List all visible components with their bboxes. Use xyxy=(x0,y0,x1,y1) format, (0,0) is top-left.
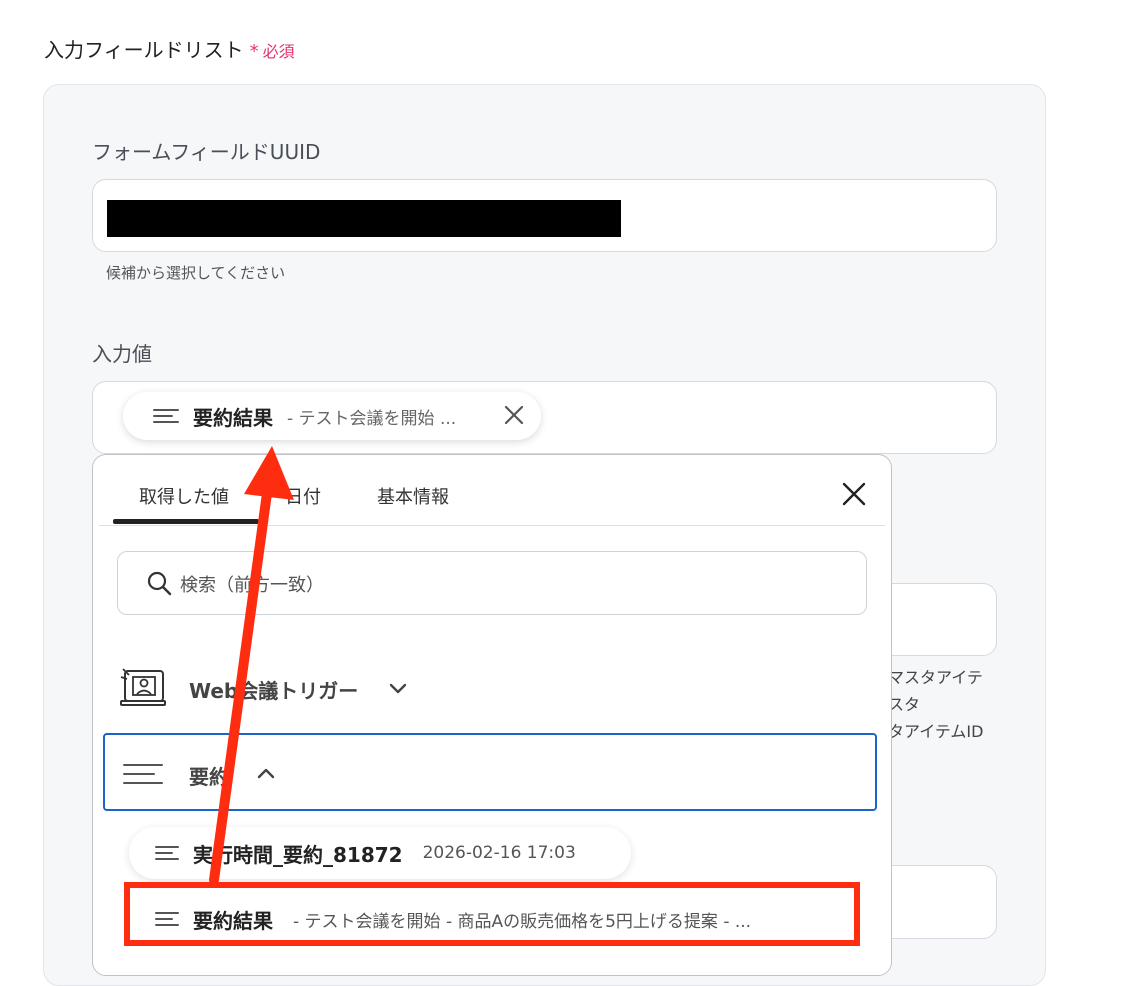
side-text-2: スタ xyxy=(888,695,921,714)
side-text-3: タアイテムID xyxy=(888,722,984,741)
form-uuid-hint: 候補から選択してください xyxy=(106,264,286,282)
chip-title: 要約結果 xyxy=(193,405,273,430)
item-subtitle: 2026-02-16 17:03 xyxy=(422,843,576,863)
web-meeting-icon xyxy=(120,668,166,706)
section-title-text: 入力フィールドリスト xyxy=(44,38,244,62)
text-lines-icon xyxy=(123,757,163,791)
active-tab-indicator xyxy=(113,519,259,524)
close-icon[interactable] xyxy=(841,481,867,507)
group-label: Web会議トリガー xyxy=(189,679,359,703)
list-item[interactable]: 実行時間_要約_81872 2026-02-16 17:03 xyxy=(129,827,631,879)
tab-acquired-values[interactable]: 取得した値 xyxy=(139,483,229,509)
chevron-down-icon xyxy=(389,683,407,694)
search-icon xyxy=(147,571,172,596)
side-text-1: マスタアイテ xyxy=(888,668,983,687)
redacted-value xyxy=(107,200,621,237)
input-value-chip[interactable]: 要約結果 - テスト会議を開始 ... xyxy=(123,392,541,440)
tab-date[interactable]: 日付 xyxy=(285,483,321,509)
chip-close-icon[interactable] xyxy=(501,402,527,428)
text-lines-icon xyxy=(155,842,179,864)
search-input[interactable]: 検索（前方一致） xyxy=(117,551,867,615)
group-web-meeting-trigger[interactable]: Web会議トリガー xyxy=(119,665,859,709)
tab-basic-info[interactable]: 基本情報 xyxy=(377,483,449,509)
input-value-label: 入力値 xyxy=(92,342,152,366)
item-title: 実行時間_要約_81872 xyxy=(193,842,403,867)
chevron-up-icon xyxy=(257,768,275,779)
chip-subtitle: - テスト会議を開始 ... xyxy=(287,408,457,429)
annotation-highlight-box xyxy=(124,882,860,946)
group-label: 要約 xyxy=(189,765,229,789)
required-mark: * xyxy=(249,41,259,62)
section-title: 入力フィールドリスト * 必須 xyxy=(44,34,295,63)
search-placeholder: 検索（前方一致） xyxy=(180,575,324,596)
text-lines-icon xyxy=(153,405,179,427)
required-label: 必須 xyxy=(262,42,295,61)
tab-divider xyxy=(99,525,885,526)
form-uuid-label: フォームフィールドUUID xyxy=(92,140,321,164)
group-summary[interactable]: 要約 xyxy=(103,733,877,811)
